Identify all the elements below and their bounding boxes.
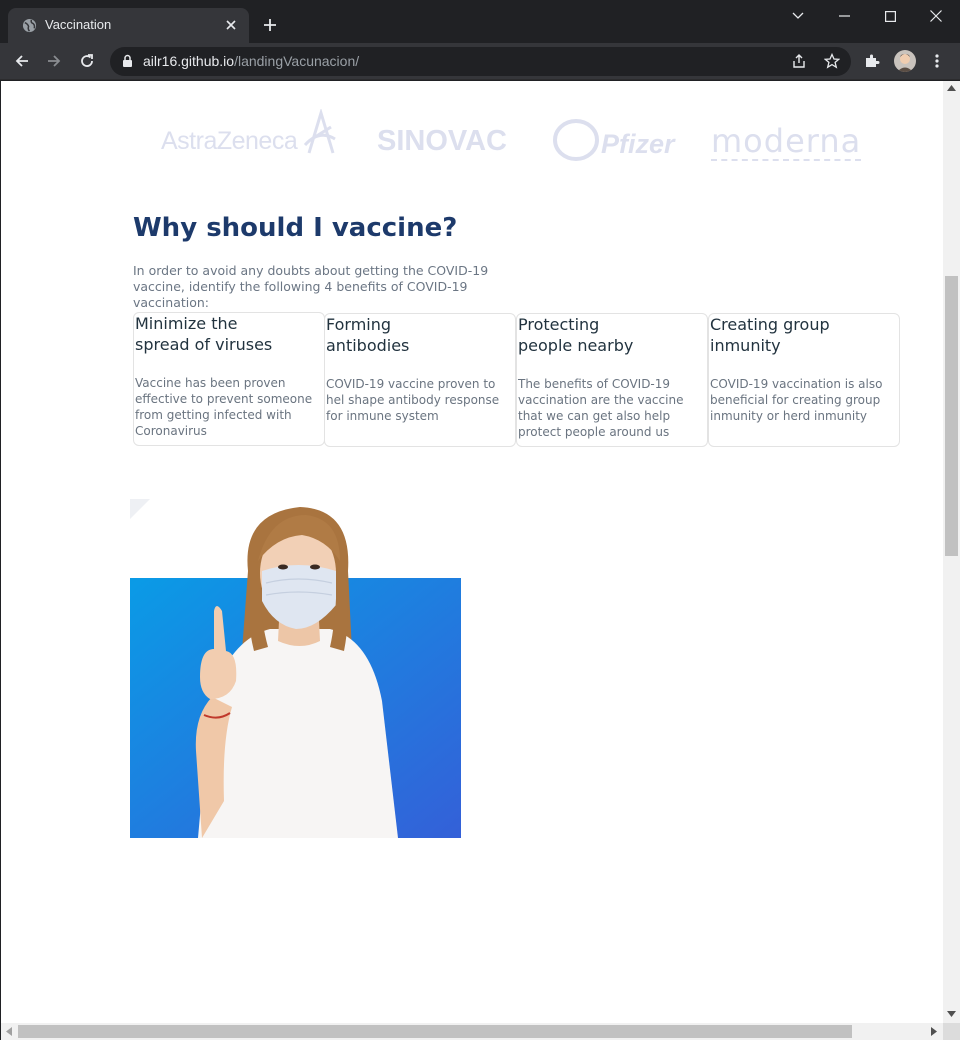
extensions-icon[interactable]: [862, 51, 882, 71]
benefit-card: Protecting people nearby The benefits of …: [516, 313, 708, 447]
benefit-card: Minimize the spread of viruses Vaccine ha…: [133, 312, 325, 446]
benefit-title: Minimize the spread of viruses: [135, 314, 273, 354]
share-icon[interactable]: [791, 53, 807, 69]
vertical-scroll-thumb[interactable]: [945, 276, 958, 556]
browser-tab[interactable]: Vaccination: [8, 8, 249, 43]
benefit-text: COVID-19 vaccine proven to hel shape ant…: [326, 377, 500, 423]
masked-woman-photo: [130, 507, 461, 838]
benefit-text: COVID-19 vaccination is also beneficial …: [710, 377, 883, 423]
horizontal-scroll-thumb[interactable]: [18, 1025, 852, 1038]
address-bar[interactable]: ailr16.github.io/landingVacunacion/: [110, 47, 851, 76]
benefit-title: Creating group inmunity: [710, 315, 830, 355]
scrollbar-corner: [943, 1023, 960, 1040]
scroll-down-icon[interactable]: [947, 1011, 956, 1017]
browser-toolbar: ailr16.github.io/landingVacunacion/: [0, 43, 960, 80]
tab-search-icon[interactable]: [775, 0, 821, 32]
astrazeneca-mark-icon: [303, 109, 336, 154]
benefit-text: The benefits of COVID-19 vaccination are…: [518, 377, 684, 439]
globe-icon: [22, 18, 37, 33]
sinovac-logo: SINOVAC: [377, 125, 507, 157]
vertical-scrollbar[interactable]: [943, 81, 960, 1023]
new-tab-icon[interactable]: [262, 17, 278, 33]
tab-strip: Vaccination: [0, 0, 960, 43]
lock-icon[interactable]: [122, 54, 133, 68]
close-window-icon[interactable]: [913, 0, 959, 32]
astrazeneca-logo: AstraZeneca: [161, 127, 298, 155]
url-host: ailr16.github.io: [143, 53, 235, 69]
reload-icon[interactable]: [77, 51, 97, 71]
minimize-icon[interactable]: [821, 0, 867, 32]
scroll-right-icon[interactable]: [931, 1027, 937, 1036]
pfizer-mark-icon: [553, 119, 599, 161]
bookmark-star-icon[interactable]: [824, 53, 840, 69]
page-viewport: AstraZeneca SINOVAC Pfizer moderna Why s…: [1, 81, 943, 1023]
url-path: /landingVacunacion/: [234, 53, 360, 69]
close-tab-icon[interactable]: [223, 17, 239, 33]
url-text[interactable]: ailr16.github.io/landingVacunacion/: [143, 53, 359, 69]
benefit-text: Vaccine has been proven effective to pre…: [135, 376, 313, 438]
benefit-title: Forming antibodies: [326, 315, 410, 355]
benefit-card: Forming antibodies COVID-19 vaccine prove…: [324, 313, 516, 447]
section-heading: Why should I vaccine?: [133, 213, 458, 243]
menu-dots-icon[interactable]: [927, 51, 947, 71]
profile-avatar[interactable]: [894, 50, 916, 72]
section-intro: In order to avoid any doubts about getti…: [133, 263, 489, 310]
forward-icon[interactable]: [44, 51, 64, 71]
vaccine-brand-logos: AstraZeneca SINOVAC Pfizer moderna: [1, 81, 943, 191]
pfizer-logo: Pfizer: [601, 129, 675, 159]
maximize-icon[interactable]: [867, 0, 913, 32]
moderna-logo: moderna: [711, 122, 862, 161]
benefit-title: Protecting people nearby: [518, 315, 634, 355]
scroll-up-icon[interactable]: [947, 85, 956, 91]
back-icon[interactable]: [12, 51, 32, 71]
benefit-card: Creating group inmunity COVID-19 vaccinat…: [708, 313, 900, 447]
scroll-left-icon[interactable]: [6, 1027, 12, 1036]
tab-title: Vaccination: [45, 17, 112, 32]
horizontal-scrollbar[interactable]: [1, 1023, 943, 1040]
